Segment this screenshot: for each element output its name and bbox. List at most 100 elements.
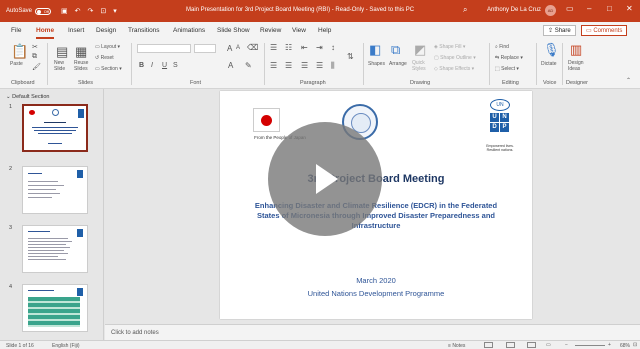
tab-design[interactable]: Design <box>96 27 116 34</box>
group-label-clipboard: Clipboard <box>11 80 35 86</box>
notes-pane[interactable]: Click to add notes <box>105 324 640 340</box>
quick-styles-label[interactable]: Quick Styles <box>412 60 428 72</box>
zoom-level[interactable]: 68% <box>620 343 630 349</box>
tab-view[interactable]: View <box>292 27 306 34</box>
arrange-icon[interactable]: ⧉ <box>391 42 400 58</box>
slide-thumbnail-4[interactable] <box>22 284 88 332</box>
shape-effects-button[interactable]: ◇ Shape Effects ▾ <box>434 66 474 72</box>
text-direction-icon[interactable]: ⇅ <box>347 52 354 61</box>
new-slide-icon[interactable]: ▤ <box>56 44 68 60</box>
play-button[interactable] <box>268 122 382 236</box>
increase-indent-icon[interactable]: ⇥ <box>316 43 323 52</box>
autosave-toggle[interactable]: AutoSave Off <box>6 7 52 15</box>
increase-font-button[interactable]: A <box>227 44 232 53</box>
undp-letter: U <box>490 113 499 122</box>
customize-qat-icon[interactable]: ▾ <box>113 7 117 15</box>
zoom-slider[interactable] <box>575 345 605 346</box>
microphone-icon[interactable]: 🎙 <box>543 42 560 58</box>
new-slide-label[interactable]: New Slide <box>54 60 68 72</box>
decrease-font-button[interactable]: A <box>236 45 240 51</box>
layout-button[interactable]: ▭ Layout ▾ <box>95 44 120 50</box>
decrease-indent-icon[interactable]: ⇤ <box>301 43 308 52</box>
section-button[interactable]: ▭ Section ▾ <box>95 66 122 72</box>
shape-outline-button[interactable]: ▢ Shape Outline ▾ <box>434 55 476 61</box>
copy-icon[interactable]: ⧉ <box>32 53 37 61</box>
cut-icon[interactable]: ✂ <box>32 43 38 51</box>
dictate-label[interactable]: Dictate <box>541 61 557 67</box>
tab-animations[interactable]: Animations <box>173 27 205 34</box>
clear-formatting-icon[interactable]: ⌫ <box>247 43 258 52</box>
undo-icon[interactable]: ↶ <box>75 7 81 15</box>
tab-insert[interactable]: Insert <box>68 27 84 34</box>
highlight-icon[interactable]: ✎ <box>245 61 252 70</box>
design-ideas-label[interactable]: Design Ideas <box>568 60 586 72</box>
language-indicator[interactable]: English (Fiji) <box>52 343 80 349</box>
tab-review[interactable]: Review <box>260 27 281 34</box>
find-button[interactable]: ⌕ Find <box>495 44 509 50</box>
align-center-icon[interactable]: ☰ <box>285 61 292 70</box>
slide-sorter-button[interactable] <box>506 342 515 348</box>
slide-organization[interactable]: United Nations Development Programme <box>220 289 532 298</box>
autosave-switch[interactable]: Off <box>35 7 52 15</box>
tab-home[interactable]: Home <box>36 27 55 39</box>
font-name-box[interactable] <box>137 44 191 53</box>
search-icon[interactable]: ⌕ <box>463 5 467 15</box>
shapes-label[interactable]: Shapes <box>368 61 385 67</box>
numbering-icon[interactable]: ☷ <box>285 43 292 52</box>
slide-thumbnail-1[interactable] <box>22 104 88 152</box>
present-icon[interactable]: ⊡ <box>100 7 106 15</box>
replace-button[interactable]: ⇆ Replace ▾ <box>495 55 523 61</box>
fit-to-window-icon[interactable]: ⊡ <box>633 342 637 348</box>
align-right-icon[interactable]: ☰ <box>301 61 308 70</box>
slide-thumbnail-3[interactable] <box>22 225 88 273</box>
design-ideas-icon[interactable]: ▥ <box>570 42 582 58</box>
format-painter-icon[interactable]: 🖌 <box>32 63 41 71</box>
minimize-button[interactable]: – <box>587 4 591 13</box>
columns-icon[interactable]: ⫼ <box>331 61 335 71</box>
select-button[interactable]: ⬚ Select ▾ <box>495 66 519 72</box>
slideshow-view-icon[interactable]: ▭ <box>546 342 551 348</box>
slide[interactable]: From the People of Japan UN U N D P Empo… <box>220 91 532 319</box>
italic-button[interactable]: I <box>151 62 153 69</box>
reset-button[interactable]: ↺ Reset <box>95 55 114 61</box>
shape-fill-button[interactable]: ◈ Shape Fill ▾ <box>434 44 465 50</box>
zoom-out-button[interactable]: − <box>565 342 568 348</box>
avatar[interactable]: AD <box>545 5 556 16</box>
tab-slide-show[interactable]: Slide Show <box>217 27 250 34</box>
close-button[interactable]: ✕ <box>626 4 633 13</box>
tab-help[interactable]: Help <box>318 27 331 34</box>
slide-date[interactable]: March 2020 <box>220 276 532 285</box>
justify-icon[interactable]: ☰ <box>316 61 323 70</box>
user-name[interactable]: Anthony De La Cruz <box>487 7 541 13</box>
reading-view-button[interactable] <box>527 342 536 348</box>
comments-button[interactable]: ▭ Comments <box>581 25 628 36</box>
section-header[interactable]: ⌄ Default Section <box>6 94 49 100</box>
tab-transitions[interactable]: Transitions <box>128 27 160 34</box>
line-spacing-icon[interactable]: ↕ <box>331 43 335 52</box>
align-left-icon[interactable]: ☰ <box>270 61 277 70</box>
normal-view-button[interactable] <box>484 342 493 348</box>
bullets-icon[interactable]: ☰ <box>270 43 277 52</box>
zoom-in-button[interactable]: + <box>608 342 611 348</box>
restore-button[interactable]: □ <box>607 4 612 13</box>
tab-file[interactable]: File <box>11 27 21 34</box>
paste-icon[interactable]: 📋 <box>11 43 28 60</box>
notes-toggle[interactable]: ≡ Notes <box>448 343 465 349</box>
save-icon[interactable]: ▣ <box>61 7 68 15</box>
arrange-label[interactable]: Arrange <box>389 61 407 67</box>
collapse-ribbon-icon[interactable]: ⌃ <box>626 77 631 84</box>
shapes-icon[interactable]: ◧ <box>369 42 381 58</box>
reuse-slides-icon[interactable]: ▦ <box>75 44 87 60</box>
font-color-icon[interactable]: A <box>228 61 233 70</box>
share-button[interactable]: ⇪ Share <box>543 25 576 36</box>
ribbon-options-icon[interactable]: ▭ <box>566 4 574 13</box>
underline-button[interactable]: U <box>162 62 167 69</box>
redo-icon[interactable]: ↷ <box>88 7 94 15</box>
reuse-slides-label[interactable]: Reuse Slides <box>74 60 90 72</box>
paste-label[interactable]: Paste <box>10 61 23 67</box>
font-size-box[interactable] <box>194 44 216 53</box>
bold-button[interactable]: B <box>139 62 144 69</box>
slide-thumbnail-2[interactable] <box>22 166 88 214</box>
strikethrough-button[interactable]: S <box>173 62 178 69</box>
quick-styles-icon[interactable]: ◩ <box>414 42 426 58</box>
